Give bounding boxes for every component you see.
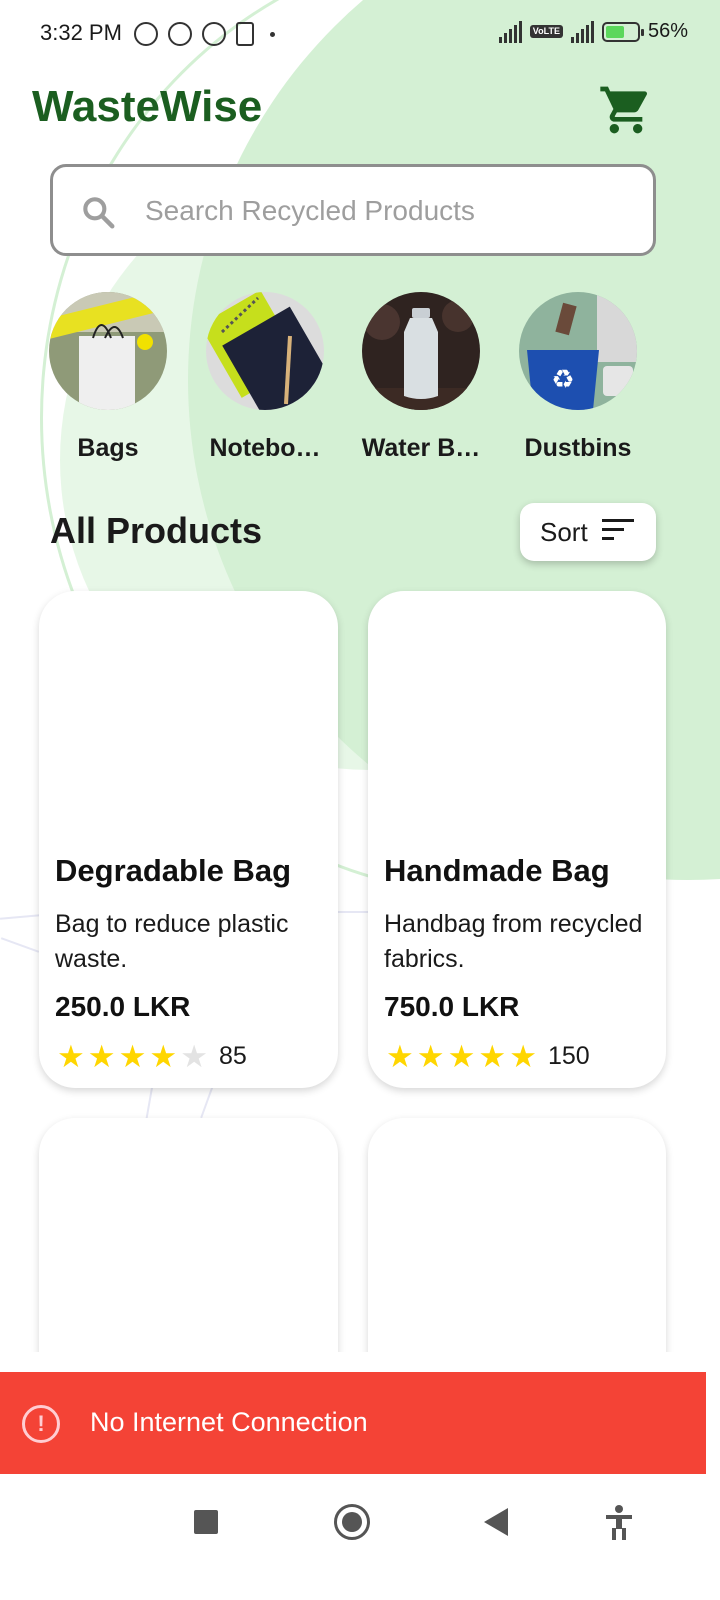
battery-icon	[601, 21, 644, 42]
star-icon: ★	[87, 1039, 116, 1074]
product-description: Bag to reduce plastic waste.	[55, 910, 289, 973]
search-input[interactable]	[143, 187, 627, 235]
status-system-icons: VoLTE 56%	[498, 20, 688, 43]
category-bags[interactable]: Bags	[33, 292, 183, 463]
star-icon: ★	[478, 1039, 507, 1074]
star-icon: ★	[416, 1039, 445, 1074]
sync-icon	[202, 22, 226, 46]
section-title: All Products	[50, 510, 263, 551]
category-label: Bags	[77, 434, 139, 462]
category-water-bottles[interactable]: Water B…	[346, 292, 496, 463]
star-icon: ★	[118, 1039, 147, 1074]
back-button[interactable]	[484, 1508, 508, 1536]
product-title: Degradable Bag	[55, 853, 292, 888]
star-icon: ★	[149, 1039, 178, 1074]
background-line	[338, 911, 370, 913]
status-notification-icons	[134, 22, 275, 46]
star-icon: ★	[509, 1039, 537, 1074]
app-title: WasteWise	[32, 82, 263, 131]
status-time: 3:32 PM	[40, 20, 122, 45]
more-notifications-icon	[270, 32, 275, 37]
product-title: Handmade Bag	[384, 853, 610, 888]
home-button[interactable]	[334, 1504, 370, 1540]
product-price: 250.0 LKR	[55, 991, 191, 1022]
signal-icon	[498, 20, 522, 43]
product-card-handmade-bag[interactable]: Handmade Bag Handbag from recycled fabri…	[368, 591, 666, 1088]
sort-button[interactable]: Sort	[520, 503, 656, 561]
signal-icon	[570, 20, 594, 43]
notebook-photo	[206, 292, 324, 410]
alarm-icon	[134, 22, 158, 46]
category-dustbins[interactable]: ♻ Dustbins	[503, 292, 653, 463]
search-icon	[79, 193, 117, 236]
sort-label: Sort	[540, 516, 588, 547]
snackbar-message: No Internet Connection	[90, 1407, 368, 1437]
sort-icon	[601, 518, 634, 546]
category-label: Water B…	[361, 434, 481, 462]
background-line	[0, 937, 40, 953]
cart-icon[interactable]	[598, 82, 654, 138]
product-card-degradable-bag[interactable]: Degradable Bag Bag to reduce plastic was…	[39, 591, 338, 1088]
star-icon: ★	[180, 1039, 208, 1074]
ladder-icon	[236, 22, 254, 46]
product-rating: ★ ★ ★ ★ ★ 150	[386, 1041, 590, 1072]
background-line	[0, 914, 41, 920]
product-rating: ★ ★ ★ ★ ★ 85	[57, 1041, 247, 1072]
review-count: 150	[547, 1042, 590, 1070]
status-bar: 3:32 PM VoLTE 56%	[0, 0, 720, 70]
accessibility-button[interactable]	[604, 1504, 634, 1545]
volte-badge: VoLTE	[529, 25, 563, 38]
no-connection-snackbar: ! No Internet Connection	[0, 1372, 706, 1474]
content-fade	[0, 1352, 720, 1372]
category-notebooks[interactable]: Notebo…	[190, 292, 340, 463]
sync-icon	[168, 22, 192, 46]
battery-percent: 56%	[647, 20, 688, 42]
svg-text:♻: ♻	[551, 365, 574, 395]
category-label: Notebo…	[209, 434, 321, 462]
review-count: 85	[218, 1042, 247, 1070]
bag-photo	[49, 292, 167, 410]
system-navigation-bar	[0, 1474, 720, 1600]
star-icon: ★	[57, 1039, 85, 1074]
dustbin-photo: ♻	[519, 292, 637, 410]
search-bar[interactable]	[50, 164, 656, 256]
product-description: Handbag from recycled fabrics.	[384, 910, 643, 973]
water-bottle-photo	[362, 292, 480, 410]
alert-circle-icon: !	[22, 1405, 60, 1443]
product-price: 750.0 LKR	[384, 991, 520, 1022]
category-label: Dustbins	[524, 434, 632, 462]
star-icon: ★	[386, 1039, 414, 1074]
star-icon: ★	[447, 1039, 476, 1074]
recents-button[interactable]	[194, 1510, 218, 1534]
